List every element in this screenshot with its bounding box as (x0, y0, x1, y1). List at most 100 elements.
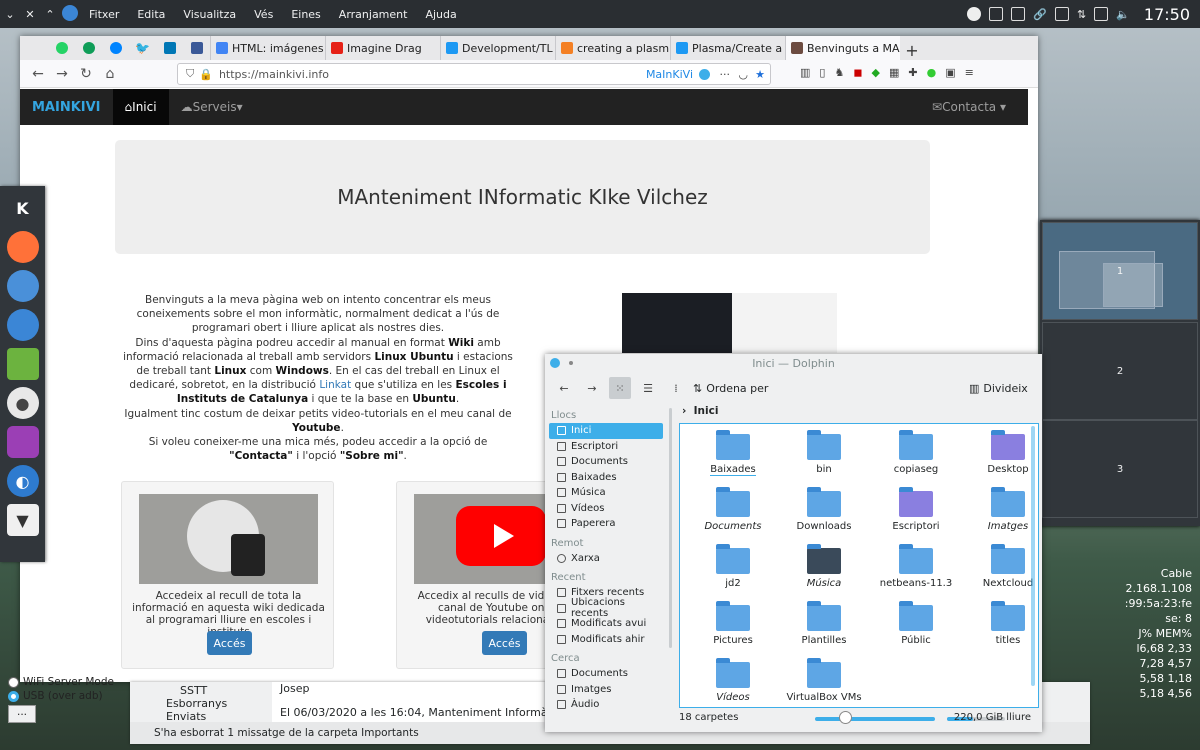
facebook-pinned-tab[interactable] (183, 36, 210, 60)
puzzle-icon[interactable]: ✚ (908, 66, 917, 79)
twitter-pinned-tab[interactable]: 🐦 (129, 36, 156, 60)
folder-nextcloud[interactable]: Nextcloud (962, 544, 1042, 589)
desktop-2[interactable]: 2 (1042, 322, 1198, 420)
bookmark-star-icon[interactable]: ★ (755, 68, 765, 81)
link-icon[interactable]: 🔗 (1033, 8, 1047, 21)
url-bar[interactable]: ⛉ 🔒 https://mainkivi.info MaInKiVi ··· ◡… (177, 63, 771, 85)
folder-esborranys[interactable]: Esborranys (166, 697, 227, 710)
place-ubicacions-recents[interactable]: Ubicacions recents (549, 597, 663, 619)
network-icon[interactable]: ⇅ (1077, 8, 1086, 21)
place-musica[interactable]: Música (549, 485, 663, 501)
folder-escriptori[interactable]: Escriptori (870, 487, 962, 532)
pin-dot-icon[interactable] (569, 361, 573, 365)
clock[interactable]: 17:50 (1144, 5, 1190, 24)
clipboard-icon[interactable] (1011, 7, 1026, 21)
nav-contacta[interactable]: ✉Contacta ▾ (932, 100, 1006, 114)
ublock-icon[interactable]: ◼ (853, 66, 862, 79)
folder-documents[interactable]: Documents (687, 487, 779, 532)
disc-icon[interactable]: ● (6, 387, 39, 419)
pocket-icon[interactable]: ◡ (738, 68, 748, 81)
place-baixades[interactable]: Baixades (549, 470, 663, 486)
reload-icon[interactable]: ↻ (74, 66, 98, 82)
icons-view-icon[interactable]: ⁙ (609, 377, 631, 399)
zoom-slider-handle[interactable] (839, 711, 852, 724)
folder-videos[interactable]: Vídeos (687, 658, 779, 703)
download-icon[interactable]: ▣ (945, 66, 955, 79)
search-documents[interactable]: Documents (549, 666, 663, 682)
hangouts-pinned-tab[interactable] (75, 36, 102, 60)
tab-benvinguts[interactable]: Benvinguts a MA (785, 36, 900, 60)
radio-selected-icon[interactable] (8, 690, 19, 702)
chevron-down-icon[interactable]: ⌄ (0, 8, 20, 21)
firefox-icon[interactable] (6, 231, 39, 263)
place-documents[interactable]: Documents (549, 454, 663, 470)
folder-downloads[interactable]: Downloads (778, 487, 870, 532)
compact-view-icon[interactable]: ⁞ (665, 377, 687, 399)
record-icon[interactable] (967, 7, 982, 21)
place-paperera[interactable]: Paperera (549, 516, 663, 532)
lock-icon[interactable]: 🔒 (199, 68, 213, 81)
tab-creating-plasmoid[interactable]: creating a plasm (555, 36, 670, 60)
forward-icon[interactable]: → (581, 377, 603, 399)
shirt-icon[interactable]: ▼ (6, 504, 39, 536)
library-icon[interactable]: ▥ (800, 66, 810, 79)
file-view-scrollbar[interactable] (1031, 426, 1035, 686)
linkedin-pinned-tab[interactable] (156, 36, 183, 60)
place-modificats-avui[interactable]: Modificats avui (549, 616, 663, 632)
extension-icon[interactable]: ♞ (834, 66, 844, 79)
menu-arranjament[interactable]: Arranjament (330, 8, 417, 21)
zoom-slider-track[interactable] (815, 717, 935, 721)
kde-icon[interactable]: K (7, 192, 39, 224)
place-modificats-ahir[interactable]: Modificats ahir (549, 632, 663, 648)
tab-plasma-create[interactable]: Plasma/Create a (670, 36, 785, 60)
folder-netbeans[interactable]: netbeans-11.3 (870, 544, 962, 589)
desktop-1[interactable]: 1 (1042, 222, 1198, 320)
wiki-acces-button[interactable]: Accés (207, 631, 252, 655)
folder-imatges[interactable]: Imatges (962, 487, 1042, 532)
site-brand[interactable]: MAINKIVI (20, 100, 113, 115)
search-imatges[interactable]: Imatges (549, 682, 663, 698)
youtube-acces-button[interactable]: Accés (482, 631, 527, 655)
folder-baixades[interactable]: Baixades (687, 430, 779, 476)
menu-fitxer[interactable]: Fitxer (80, 8, 128, 21)
more-actions-icon[interactable]: ··· (720, 68, 731, 81)
window-icon[interactable] (1094, 7, 1109, 21)
folder-plantilles[interactable]: Plantilles (778, 601, 870, 646)
details-view-icon[interactable]: ☰ (637, 377, 659, 399)
tab-html-imagenes[interactable]: HTML: imágenes (210, 36, 325, 60)
badge-icon[interactable]: ● (927, 66, 937, 79)
usb-mode-option[interactable]: USB (over adb) (8, 690, 103, 702)
android-icon[interactable] (6, 348, 39, 380)
back-icon[interactable]: ← (553, 377, 575, 399)
menu-icon[interactable]: ≡ (965, 66, 974, 79)
new-tab-button[interactable]: + (900, 41, 924, 60)
breadcrumb[interactable]: › Inici (682, 405, 718, 417)
tab-imagine-dragons[interactable]: Imagine Drag (325, 36, 440, 60)
linkat-link[interactable]: Linkat (319, 379, 351, 391)
radio-icon[interactable] (8, 676, 19, 688)
search-audio[interactable]: Àudio (549, 697, 663, 713)
notes-icon[interactable] (1054, 7, 1069, 21)
app-menu-icon[interactable] (550, 358, 560, 368)
places-scrollbar[interactable] (669, 408, 672, 648)
menu-ves[interactable]: Vés (245, 8, 282, 21)
url-text[interactable]: https://mainkivi.info (219, 68, 329, 81)
desktop-3[interactable]: 3 (1042, 420, 1198, 518)
sidebar-icon[interactable]: ▯ (819, 66, 825, 79)
place-escriptori[interactable]: Escriptori (549, 439, 663, 455)
folder-desktop[interactable]: Desktop (962, 430, 1042, 475)
menu-ajuda[interactable]: Ajuda (416, 8, 465, 21)
pin-icon[interactable]: ✕ (20, 8, 40, 21)
shield-icon[interactable]: ⛉ (186, 67, 194, 81)
folder-copiaseg[interactable]: copiaseg (870, 430, 962, 475)
folder-musica[interactable]: Música (778, 544, 870, 589)
grid-icon[interactable]: ▦ (889, 66, 899, 79)
forward-icon[interactable]: → (50, 66, 74, 82)
toggle-icon[interactable]: ◐ (6, 465, 39, 497)
tab-development[interactable]: Development/TL (440, 36, 555, 60)
menu-visualitza[interactable]: Visualitza (174, 8, 245, 21)
sort-button[interactable]: ⇅ Ordena per (693, 382, 768, 395)
split-button[interactable]: ▥ Divideix (969, 382, 1028, 395)
nav-serveis[interactable]: ☁Serveis▾ (169, 100, 255, 114)
folder-jd2[interactable]: jd2 (687, 544, 779, 589)
